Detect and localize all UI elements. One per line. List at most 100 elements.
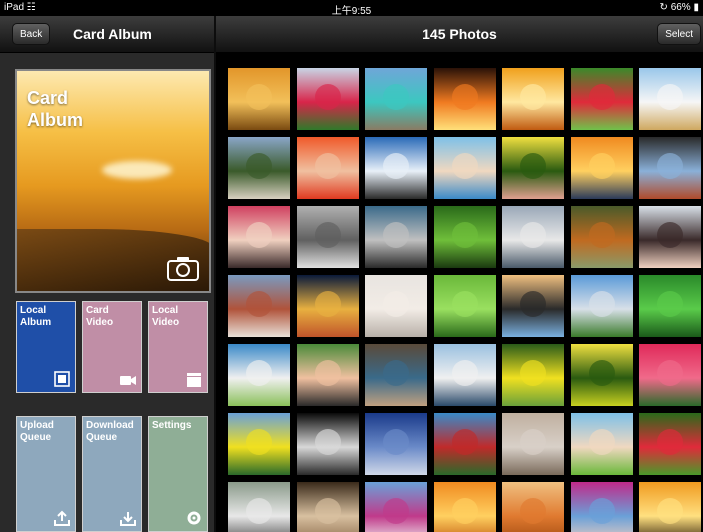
photo-thumbnail[interactable] [639, 413, 701, 475]
card-album-cover[interactable]: Card Album [15, 69, 211, 293]
photo-thumbnail[interactable] [365, 68, 427, 130]
photo-thumbnail[interactable] [502, 137, 564, 199]
photo-thumbnail[interactable] [570, 344, 633, 406]
tile-download-queue[interactable]: Download Queue [82, 416, 142, 532]
photo-thumbnail[interactable] [433, 137, 496, 199]
photo-thumbnail[interactable] [433, 413, 496, 475]
select-button[interactable]: Select [657, 23, 701, 45]
photo-thumbnail[interactable] [502, 275, 564, 337]
photo-thumbnail[interactable] [639, 137, 701, 199]
photo-subject [588, 222, 615, 248]
photo-subject [588, 84, 615, 110]
camera-icon [167, 257, 199, 281]
photo-subject [314, 498, 341, 524]
photo-subject [383, 222, 409, 248]
photo-thumbnail[interactable] [365, 275, 427, 337]
photo-thumbnail[interactable] [502, 482, 564, 532]
tile-upload-queue[interactable]: Upload Queue [16, 416, 76, 532]
tile-label-line2: Video [152, 317, 180, 328]
photo-thumbnail[interactable] [570, 275, 633, 337]
photo-thumbnail[interactable] [228, 137, 290, 199]
cover-title-line2: Album [27, 110, 83, 130]
tile-local-video[interactable]: Local Video [148, 301, 208, 393]
photo-thumbnail[interactable] [228, 413, 290, 475]
photo-thumbnail[interactable] [296, 482, 359, 532]
back-button[interactable]: Back [12, 23, 51, 45]
photo-subject [520, 222, 546, 248]
photo-count-title: 145 Photos [422, 26, 497, 42]
photo-subject [246, 429, 272, 455]
photo-thumbnail[interactable] [433, 206, 496, 268]
clapper-icon [187, 373, 201, 387]
tile-local-album[interactable]: Local Album [16, 301, 76, 393]
photo-thumbnail[interactable] [365, 413, 427, 475]
photo-subject [383, 360, 409, 386]
photo-subject [314, 360, 341, 386]
photo-subject [588, 360, 615, 386]
tile-label-line1: Card [86, 305, 109, 316]
photo-thumbnail[interactable] [570, 206, 633, 268]
photo-subject [246, 498, 272, 524]
photo-subject [451, 360, 478, 386]
photo-thumbnail[interactable] [228, 68, 290, 130]
tile-label-line2: Video [86, 317, 114, 328]
photo-thumbnail[interactable] [639, 275, 701, 337]
photo-thumbnail[interactable] [228, 275, 290, 337]
photo-thumbnail[interactable] [433, 344, 496, 406]
sunset-glow [102, 161, 172, 179]
photo-thumbnail[interactable] [570, 413, 633, 475]
photo-subject [246, 291, 272, 317]
photo-thumbnail[interactable] [296, 137, 359, 199]
photo-thumbnail[interactable] [502, 413, 564, 475]
photo-subject [451, 498, 478, 524]
photo-thumbnail[interactable] [570, 68, 633, 130]
photo-thumbnail[interactable] [433, 275, 496, 337]
settings-gear-icon [187, 511, 201, 525]
photo-thumbnail[interactable] [502, 68, 564, 130]
photo-thumbnail[interactable] [639, 482, 701, 532]
photo-thumbnail[interactable] [296, 413, 359, 475]
photo-thumbnail[interactable] [296, 206, 359, 268]
photo-thumbnail[interactable] [502, 206, 564, 268]
photo-subject [588, 291, 615, 317]
photo-thumbnail[interactable] [365, 137, 427, 199]
photo-subject [657, 222, 683, 248]
photo-subject [383, 498, 409, 524]
tile-label: Download Queue [86, 420, 134, 444]
photo-thumbnail[interactable] [296, 68, 359, 130]
photo-thumbnail[interactable] [228, 482, 290, 532]
photo-thumbnail[interactable] [433, 482, 496, 532]
status-bar: iPad ☷ 上午9:55 ↻ 66% ▮ [0, 0, 703, 17]
photo-thumbnail[interactable] [639, 68, 701, 130]
photo-thumbnail[interactable] [228, 206, 290, 268]
photo-thumbnail[interactable] [296, 344, 359, 406]
tile-label: Local Album [20, 305, 51, 329]
photo-thumbnail[interactable] [570, 137, 633, 199]
download-icon [120, 512, 136, 526]
photo-thumbnail[interactable] [296, 275, 359, 337]
photo-subject [520, 360, 546, 386]
photo-subject [451, 153, 478, 179]
photo-thumbnail[interactable] [365, 482, 427, 532]
photo-subject [451, 84, 478, 110]
video-camera-icon [120, 376, 136, 385]
photo-thumbnail[interactable] [365, 344, 427, 406]
tile-label-line1: Settings [152, 420, 192, 431]
cover-title-line1: Card [27, 88, 69, 108]
tile-settings[interactable]: Settings [148, 416, 208, 532]
photo-subject [520, 153, 546, 179]
photo-thumbnail[interactable] [570, 482, 633, 532]
photo-thumbnail[interactable] [228, 344, 290, 406]
photo-thumbnail[interactable] [365, 206, 427, 268]
photo-thumbnail[interactable] [639, 206, 701, 268]
lock-rotation-icon: ↻ [659, 2, 668, 13]
photo-subject [588, 429, 615, 455]
photo-thumbnail[interactable] [433, 68, 496, 130]
cover-title: Card Album [27, 87, 83, 131]
photo-thumbnail[interactable] [639, 344, 701, 406]
photo-subject [451, 291, 478, 317]
photo-thumbnail[interactable] [502, 344, 564, 406]
battery-icon: ▮ [693, 2, 699, 13]
photo-subject [246, 360, 272, 386]
tile-card-video[interactable]: Card Video [82, 301, 142, 393]
